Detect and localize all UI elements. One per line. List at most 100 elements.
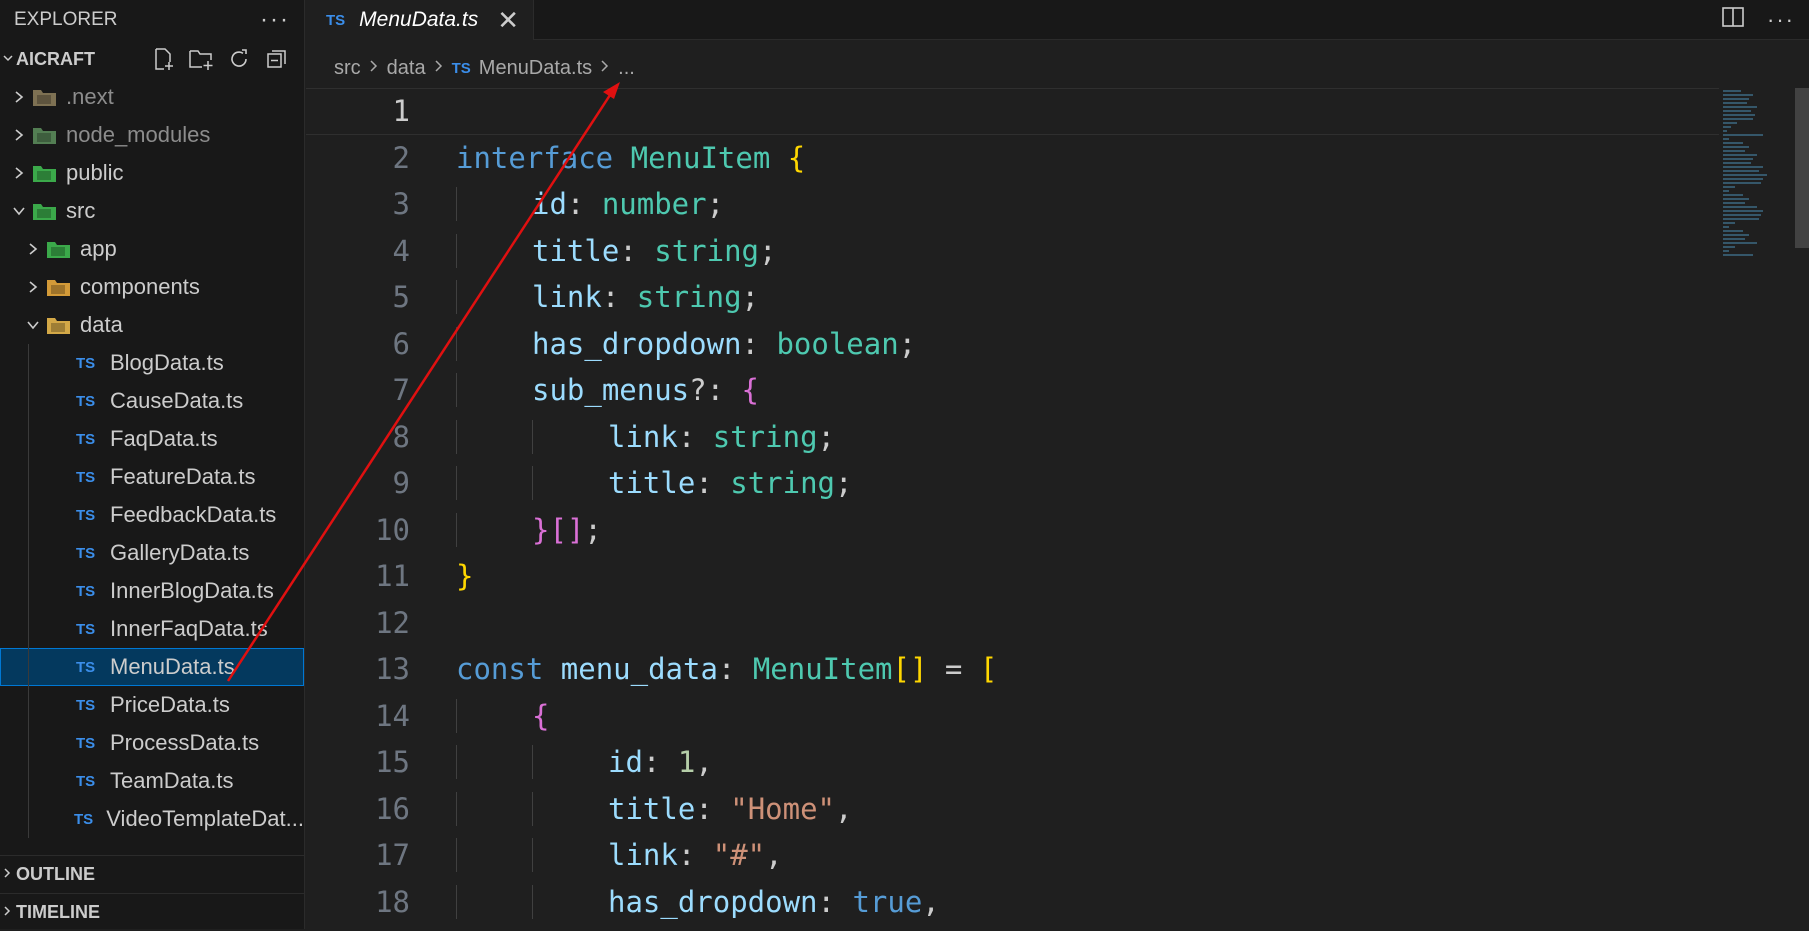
- breadcrumb-item-file[interactable]: MenuData.ts: [479, 57, 592, 80]
- file-item[interactable]: TS ProcessData.ts: [0, 724, 304, 762]
- minimap-line: [1723, 118, 1753, 120]
- minimap[interactable]: [1723, 88, 1795, 318]
- file-item[interactable]: TS TeamData.ts: [0, 762, 304, 800]
- breadcrumb-item-symbols[interactable]: ...: [618, 57, 635, 80]
- breadcrumb-item-data[interactable]: data: [387, 57, 426, 80]
- file-item[interactable]: TS PriceData.ts: [0, 686, 304, 724]
- split-editor-icon[interactable]: [1721, 6, 1745, 34]
- app-folder-icon: [44, 238, 74, 260]
- file-item[interactable]: TS FaqData.ts: [0, 420, 304, 458]
- code-text: const menu_data: MenuItem[] = [: [456, 652, 997, 686]
- minimap-line: [1723, 126, 1731, 128]
- code-text: title: string;: [456, 466, 852, 501]
- code-line[interactable]: 9 title: string;: [306, 460, 1719, 507]
- folder-item[interactable]: data: [0, 306, 304, 344]
- chevron-right-icon[interactable]: [8, 166, 30, 180]
- code-text: }: [456, 559, 473, 593]
- file-item[interactable]: TS VideoTemplateDat...: [0, 800, 304, 838]
- folder-item[interactable]: components: [0, 268, 304, 306]
- folder-item[interactable]: app: [0, 230, 304, 268]
- minimap-line: [1723, 90, 1741, 92]
- collapse-all-icon[interactable]: [264, 46, 290, 72]
- new-folder-icon[interactable]: [188, 46, 214, 72]
- code-line[interactable]: 2 interface MenuItem {: [306, 135, 1719, 182]
- code-token: :: [741, 326, 777, 361]
- indent-guide: [456, 280, 457, 315]
- more-actions-icon[interactable]: ···: [260, 6, 290, 34]
- tab-menudata[interactable]: TS MenuData.ts ✕: [306, 0, 534, 40]
- chevron-down-icon[interactable]: [8, 204, 30, 218]
- code-token: title: [608, 791, 696, 826]
- editor-scrollbar[interactable]: [1795, 88, 1809, 248]
- code-line[interactable]: 10}[];: [306, 507, 1719, 554]
- more-actions-icon[interactable]: ···: [1767, 7, 1795, 33]
- outline-section-header[interactable]: OUTLINE: [0, 855, 305, 893]
- code-line[interactable]: 16 title: "Home",: [306, 786, 1719, 833]
- folder-item[interactable]: src: [0, 192, 304, 230]
- code-line[interactable]: 5 link: string;: [306, 274, 1719, 321]
- code-line[interactable]: 6 has_dropdown: boolean;: [306, 321, 1719, 368]
- code-line[interactable]: 1: [306, 88, 1719, 135]
- tree-item-label: InnerBlogData.ts: [110, 578, 274, 603]
- file-item[interactable]: TS FeedbackData.ts: [0, 496, 304, 534]
- code-token: ,: [922, 884, 940, 919]
- project-section-header[interactable]: AICRAFT: [0, 40, 304, 78]
- node-folder-icon: [30, 124, 60, 146]
- code-line[interactable]: 8 link: string;: [306, 414, 1719, 461]
- file-item[interactable]: TS InnerBlogData.ts: [0, 572, 304, 610]
- code-text: has_dropdown: boolean;: [456, 326, 916, 361]
- code-line[interactable]: 7 sub_menus?: {: [306, 367, 1719, 414]
- code-line[interactable]: 11}: [306, 553, 1719, 600]
- chevron-right-icon[interactable]: [22, 280, 44, 294]
- folder-item[interactable]: public: [0, 154, 304, 192]
- code-token: interface: [456, 140, 614, 175]
- minimap-line: [1723, 146, 1749, 148]
- file-item[interactable]: TS GalleryData.ts: [0, 534, 304, 572]
- chevron-right-icon[interactable]: [22, 242, 44, 256]
- code-token: }: [456, 559, 474, 594]
- data-folder-icon: [44, 314, 74, 336]
- code-line[interactable]: 3 id: number;: [306, 181, 1719, 228]
- breadcrumb-item-src[interactable]: src: [334, 57, 361, 80]
- timeline-section-header[interactable]: TIMELINE: [0, 893, 305, 931]
- file-item[interactable]: TS CauseData.ts: [0, 382, 304, 420]
- new-file-icon[interactable]: [150, 46, 176, 72]
- code-token: :: [717, 652, 753, 687]
- code-line[interactable]: 18 has_dropdown: true,: [306, 879, 1719, 926]
- indent-guide: [28, 686, 29, 724]
- code-token: string: [712, 419, 818, 454]
- code-line[interactable]: 4 title: string;: [306, 228, 1719, 275]
- file-item[interactable]: TS BlogData.ts: [0, 344, 304, 382]
- chevron-right-icon[interactable]: [8, 128, 30, 142]
- code-token: sub_menus: [532, 373, 690, 408]
- indent-guide: [532, 838, 533, 873]
- folder-item[interactable]: node_modules: [0, 116, 304, 154]
- line-number: 3: [392, 187, 410, 222]
- refresh-icon[interactable]: [226, 46, 252, 72]
- minimap-line: [1723, 178, 1763, 180]
- code-line[interactable]: 15 id: 1,: [306, 739, 1719, 786]
- file-item[interactable]: TS MenuData.ts: [0, 648, 304, 686]
- chevron-right-icon[interactable]: [8, 90, 30, 104]
- close-icon[interactable]: ✕: [497, 5, 519, 36]
- code-line[interactable]: 12: [306, 600, 1719, 647]
- minimap-line: [1723, 242, 1757, 244]
- line-number: 13: [375, 652, 410, 687]
- typescript-file-icon: TS: [76, 696, 96, 714]
- line-number: 11: [375, 559, 410, 594]
- typescript-file-icon: TS: [76, 430, 96, 448]
- file-item[interactable]: TS InnerFaqData.ts: [0, 610, 304, 648]
- outline-label: OUTLINE: [16, 864, 95, 884]
- chevron-down-icon[interactable]: [22, 318, 44, 332]
- code-line[interactable]: 13 const menu_data: MenuItem[] = [: [306, 646, 1719, 693]
- code-token: id: [532, 187, 567, 222]
- folder-item[interactable]: .next: [0, 78, 304, 116]
- code-token: ;: [706, 187, 725, 222]
- code-token: :: [642, 745, 678, 780]
- typescript-file-icon: TS: [76, 392, 96, 410]
- code-line[interactable]: 17 link: "#",: [306, 832, 1719, 879]
- code-text: link: "#",: [456, 838, 783, 873]
- file-item[interactable]: TS FeatureData.ts: [0, 458, 304, 496]
- code-editor[interactable]: 1 2 interface MenuItem {3 id: number; 4 title…: [306, 88, 1719, 929]
- code-line[interactable]: 14 {: [306, 693, 1719, 740]
